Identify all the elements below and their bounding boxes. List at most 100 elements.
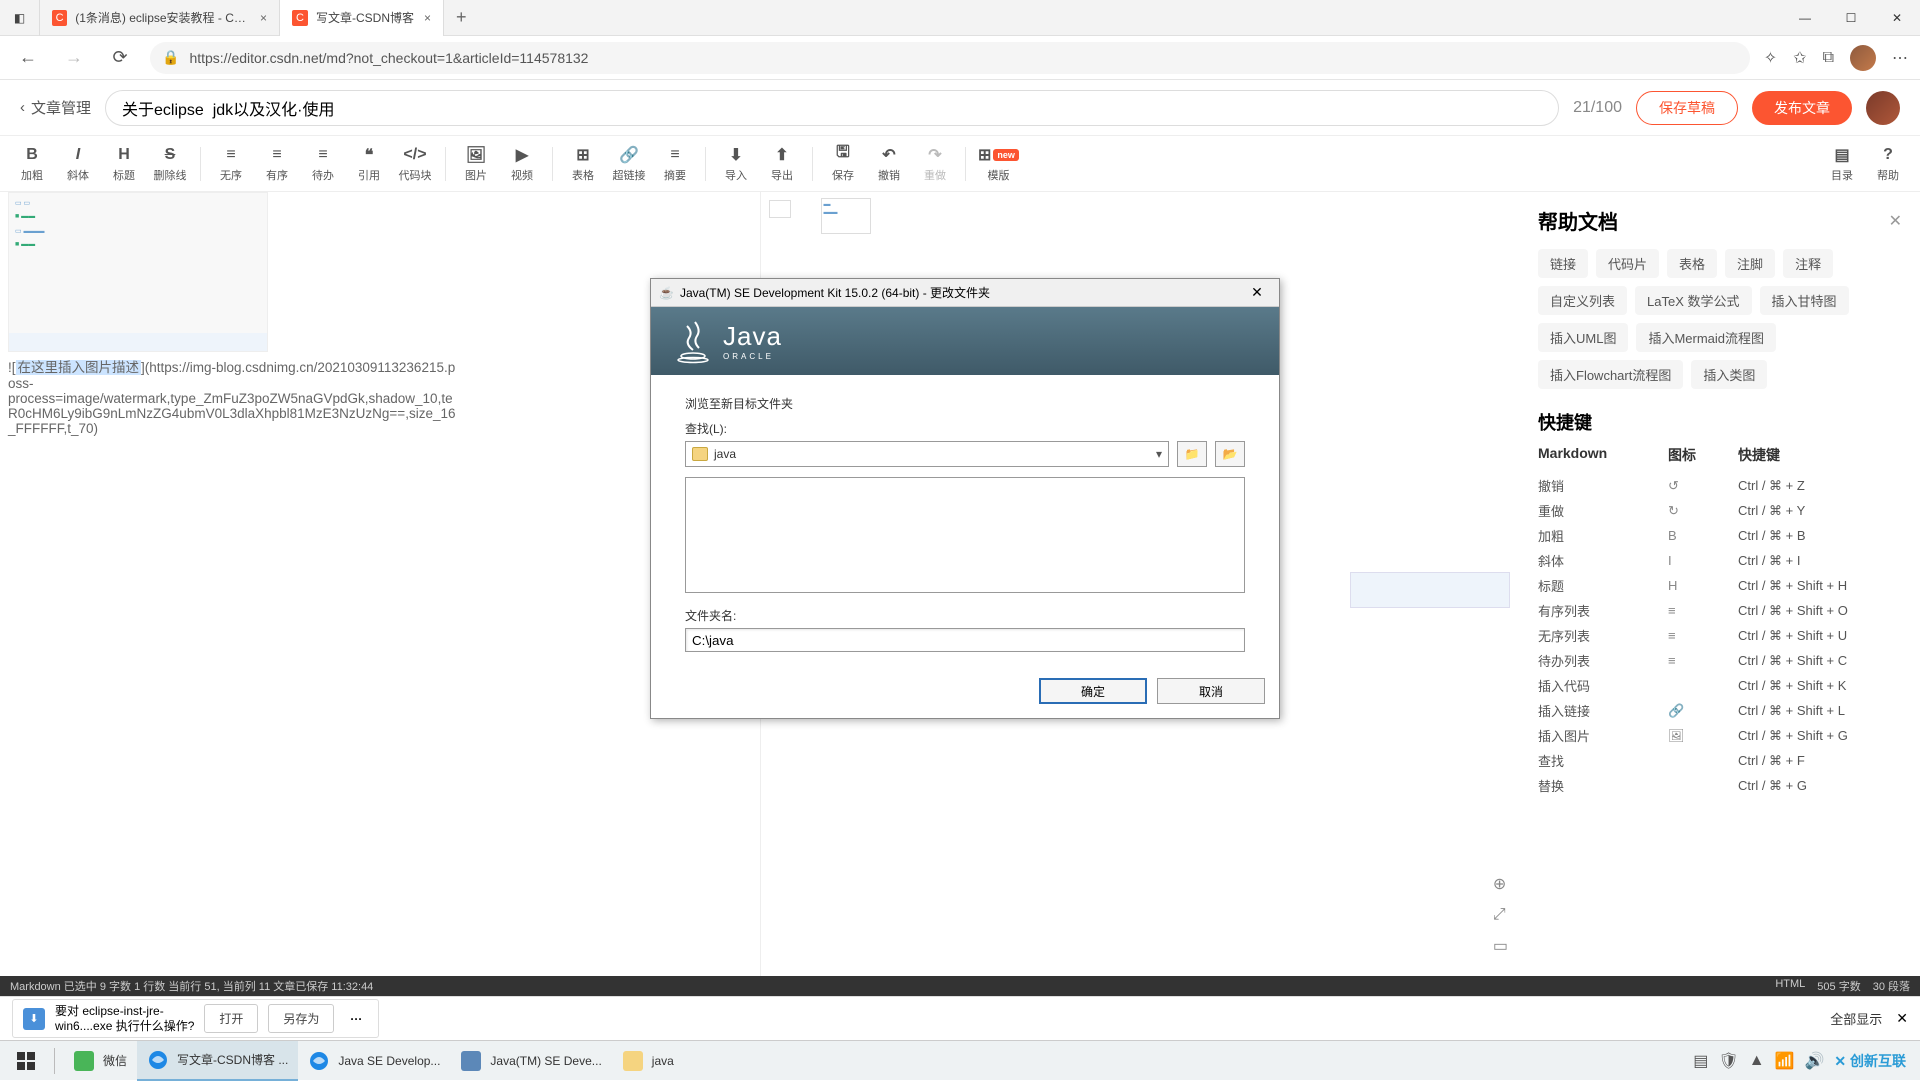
toolbar-label: 引用 bbox=[358, 167, 380, 183]
java-cup-icon bbox=[675, 318, 715, 364]
help-chip[interactable]: 插入Mermaid流程图 bbox=[1636, 323, 1776, 352]
toolbar-帮助[interactable]: ?帮助 bbox=[1866, 145, 1910, 183]
forward-button[interactable]: → bbox=[58, 42, 90, 74]
tab-title: 写文章-CSDN博客 bbox=[316, 9, 414, 26]
toolbar-引用[interactable]: ❝引用 bbox=[347, 145, 391, 183]
toolbar-无序[interactable]: ≡无序 bbox=[209, 145, 253, 183]
toolbar-icon: B bbox=[26, 145, 38, 165]
maximize-icon[interactable]: ☐ bbox=[1828, 0, 1874, 36]
taskbar-item[interactable]: java bbox=[612, 1041, 684, 1081]
shortcut-row: 标题HCtrl / ⌘ + Shift + H bbox=[1538, 573, 1902, 598]
menu-icon[interactable]: ⋯ bbox=[1892, 48, 1908, 68]
toolbar-标题[interactable]: H标题 bbox=[102, 145, 146, 183]
help-chip[interactable]: 注释 bbox=[1783, 249, 1833, 278]
favorites-icon[interactable]: ✩ bbox=[1793, 48, 1806, 68]
help-chip[interactable]: 插入类图 bbox=[1691, 360, 1767, 389]
toolbar-保存[interactable]: 🖫保存 bbox=[821, 145, 865, 183]
tray-icon[interactable]: 🛡 bbox=[1718, 1051, 1738, 1071]
back-label: 文章管理 bbox=[31, 97, 91, 118]
publish-button[interactable]: 发布文章 bbox=[1752, 91, 1852, 125]
toolbar-撤销[interactable]: ↶撤销 bbox=[867, 145, 911, 183]
volume-icon[interactable]: 🔊 bbox=[1804, 1051, 1824, 1071]
taskbar-item[interactable]: 微信 bbox=[63, 1041, 137, 1081]
help-chip[interactable]: 表格 bbox=[1667, 249, 1717, 278]
toolbar-斜体[interactable]: I 斜体 bbox=[56, 145, 100, 183]
taskbar-item[interactable]: Java(TM) SE Deve... bbox=[450, 1041, 611, 1081]
new-folder-button[interactable]: 📂 bbox=[1215, 441, 1245, 467]
new-tab-button[interactable]: + bbox=[444, 7, 479, 28]
app-tab[interactable]: ◧ bbox=[0, 0, 40, 36]
save-draft-button[interactable]: 保存草稿 bbox=[1636, 91, 1738, 125]
toolbar-模版[interactable]: ⊞new模版 bbox=[974, 145, 1023, 183]
tray-icon[interactable]: ▲ bbox=[1749, 1052, 1765, 1070]
folder-path-input[interactable] bbox=[685, 628, 1245, 652]
showall-button[interactable]: 全部显示 bbox=[1830, 1009, 1882, 1028]
taskbar-item[interactable]: 写文章-CSDN博客 ... bbox=[137, 1041, 298, 1081]
markdown-source-pane[interactable]: ▭ ▭ ■ ▬▬ ▭ ▬▬▬ ■ ▬▬ ![在这里插入图片描述](https:/… bbox=[0, 192, 761, 976]
more-icon[interactable]: ··· bbox=[344, 1012, 368, 1026]
toolbar-有序[interactable]: ≡有序 bbox=[255, 145, 299, 183]
sc-key: Ctrl / ⌘ + Z bbox=[1738, 478, 1902, 494]
dialog-titlebar[interactable]: ☕ Java(TM) SE Development Kit 15.0.2 (64… bbox=[651, 279, 1279, 307]
ok-button[interactable]: 确定 bbox=[1039, 678, 1147, 704]
refresh-button[interactable]: ⟳ bbox=[104, 42, 136, 74]
toolbar-视频[interactable]: ▶视频 bbox=[500, 145, 544, 183]
toolbar-代码块[interactable]: </>代码块 bbox=[393, 145, 437, 183]
toolbar-删除线[interactable]: S删除线 bbox=[148, 145, 192, 183]
read-aloud-icon[interactable]: ✧ bbox=[1764, 48, 1777, 68]
toolbar-图片[interactable]: 🖼图片 bbox=[454, 145, 498, 183]
help-chip[interactable]: 插入UML图 bbox=[1538, 323, 1628, 352]
back-to-articles[interactable]: ‹ 文章管理 bbox=[20, 97, 91, 118]
taskbar-item[interactable]: Java SE Develop... bbox=[298, 1041, 450, 1081]
status-paragraphs: 30 段落 bbox=[1873, 978, 1910, 994]
toolbar-导出[interactable]: ⬆导出 bbox=[760, 145, 804, 183]
help-chip[interactable]: 链接 bbox=[1538, 249, 1588, 278]
expand-icon[interactable]: ⤢ bbox=[1493, 906, 1508, 924]
cancel-button[interactable]: 取消 bbox=[1157, 678, 1265, 704]
toolbar-icon: ▤ bbox=[1834, 145, 1849, 165]
wifi-icon[interactable]: 📶 bbox=[1775, 1051, 1795, 1071]
target-icon[interactable]: ⊕ bbox=[1493, 874, 1508, 894]
tab-title: (1条消息) eclipse安装教程 - CSDN bbox=[75, 9, 250, 26]
toolbar-目录[interactable]: ▤目录 bbox=[1820, 145, 1864, 183]
help-chip[interactable]: 注脚 bbox=[1725, 249, 1775, 278]
folder-select[interactable]: java ▾ bbox=[685, 441, 1169, 467]
toolbar-label: 导入 bbox=[725, 167, 747, 183]
user-avatar[interactable] bbox=[1866, 91, 1900, 125]
toolbar-表格[interactable]: ⊞表格 bbox=[561, 145, 605, 183]
folder-list[interactable] bbox=[685, 477, 1245, 593]
browser-tab-1[interactable]: C (1条消息) eclipse安装教程 - CSDN × bbox=[40, 0, 280, 36]
help-chip[interactable]: 插入甘特图 bbox=[1760, 286, 1849, 315]
help-chip[interactable]: 代码片 bbox=[1596, 249, 1659, 278]
close-icon[interactable]: ✕ bbox=[1243, 284, 1271, 301]
browser-tab-2[interactable]: C 写文章-CSDN博客 × bbox=[280, 0, 444, 36]
toolbar-待办[interactable]: ≡待办 bbox=[301, 145, 345, 183]
back-button[interactable]: ← bbox=[12, 42, 44, 74]
toolbar-导入[interactable]: ⬇导入 bbox=[714, 145, 758, 183]
layout-icon[interactable]: ▭ bbox=[1493, 936, 1508, 956]
toolbar-icon: I bbox=[76, 145, 80, 165]
saveas-button[interactable]: 另存为 bbox=[268, 1004, 334, 1033]
tray-icon[interactable]: ▤ bbox=[1693, 1051, 1708, 1071]
up-folder-button[interactable]: 📁 bbox=[1177, 441, 1207, 467]
profile-avatar[interactable] bbox=[1850, 45, 1876, 71]
close-icon[interactable]: × bbox=[424, 11, 431, 25]
help-chip[interactable]: 自定义列表 bbox=[1538, 286, 1627, 315]
start-button[interactable] bbox=[6, 1041, 46, 1081]
close-icon[interactable]: ✕ bbox=[1874, 0, 1920, 36]
toolbar-超链接[interactable]: 🔗超链接 bbox=[607, 145, 651, 183]
open-button[interactable]: 打开 bbox=[204, 1004, 258, 1033]
article-title-input[interactable] bbox=[105, 90, 1559, 126]
collections-icon[interactable]: ⧉ bbox=[1823, 49, 1834, 67]
close-icon[interactable]: ✕ bbox=[1896, 1010, 1908, 1027]
minimize-icon[interactable]: — bbox=[1782, 0, 1828, 36]
close-icon[interactable]: ✕ bbox=[1889, 211, 1902, 231]
help-chip[interactable]: LaTeX 数学公式 bbox=[1635, 286, 1751, 315]
toolbar-加粗[interactable]: B加粗 bbox=[10, 145, 54, 183]
url-field[interactable]: 🔒 https://editor.csdn.net/md?not_checkou… bbox=[150, 42, 1750, 74]
close-icon[interactable]: × bbox=[260, 11, 267, 25]
toolbar-label: 斜体 bbox=[67, 167, 89, 183]
toolbar-重做[interactable]: ↷重做 bbox=[913, 145, 957, 183]
help-chip[interactable]: 插入Flowchart流程图 bbox=[1538, 360, 1683, 389]
toolbar-摘要[interactable]: ≡摘要 bbox=[653, 145, 697, 183]
